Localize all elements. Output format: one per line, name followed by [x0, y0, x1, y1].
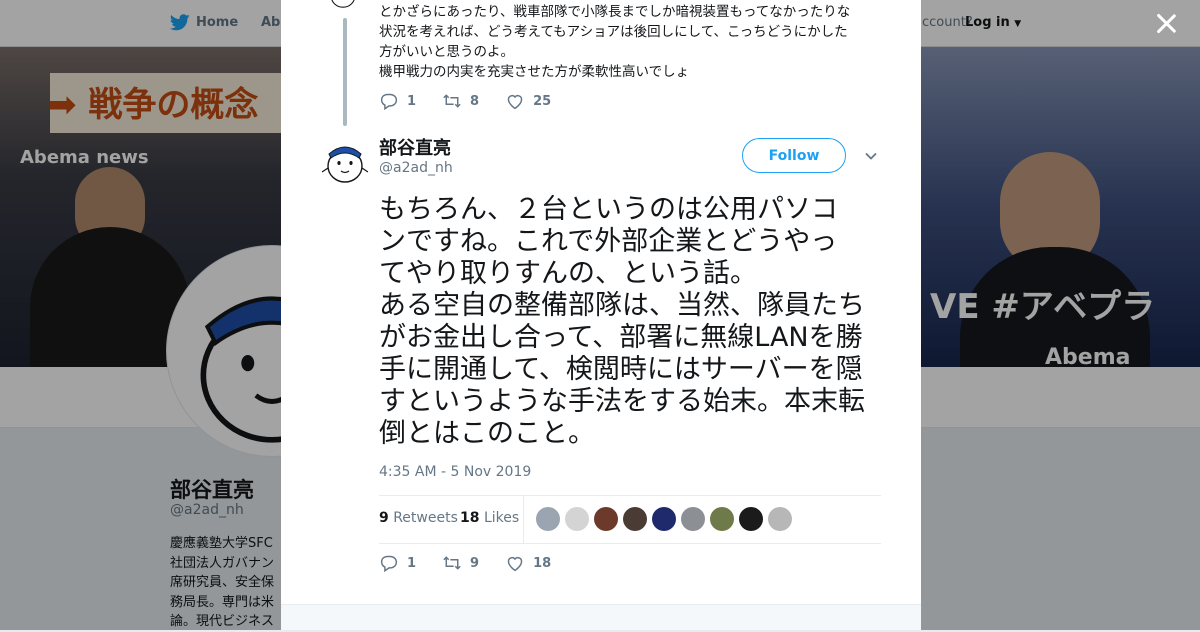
- tweet-text-line: てやり取りすんの、という話。: [379, 258, 757, 289]
- like-button[interactable]: 18: [505, 554, 551, 572]
- retweets-stat-label: Retweets: [393, 510, 458, 526]
- previous-tweet-line: とかざらにあったり、戦車部隊で小隊長までしか暗視装置もってなかったりな: [379, 4, 851, 20]
- liker-avatar[interactable]: [652, 507, 676, 531]
- modal-footer: [281, 604, 921, 630]
- reply-count: 1: [407, 93, 417, 109]
- mascot-avatar-graphic: [321, 146, 369, 183]
- tweet-stats: 9 Retweets 18 Likes: [379, 495, 881, 544]
- tweet-permalink-modal: とかざらにあったり、戦車部隊で小隊長までしか暗視装置もってなかったりな 状況を考…: [281, 0, 921, 630]
- author-handle[interactable]: @a2ad_nh: [379, 160, 453, 176]
- retweet-icon: [443, 94, 461, 108]
- likes-stat[interactable]: 18 Likes: [460, 510, 519, 526]
- tweet-actions: 1 9 18: [379, 554, 577, 572]
- like-count: 18: [533, 555, 552, 571]
- previous-tweet-text: とかざらにあったり、戦車部隊で小隊長までしか暗視装置もってなかったりな 状況を考…: [379, 2, 879, 82]
- reply-button[interactable]: 1: [379, 554, 416, 572]
- retweets-stat-count: 9: [379, 510, 389, 526]
- tweet-text-line: 手に開通して、検閲時にはサーバーを隠: [379, 354, 863, 385]
- like-button[interactable]: 25: [505, 92, 551, 110]
- mascot-avatar-graphic: [331, 0, 355, 8]
- retweet-button[interactable]: 9: [442, 554, 479, 572]
- chevron-down-icon[interactable]: [863, 148, 879, 164]
- previous-tweet-line: 機甲戦力の内実を充実させた方が柔軟性高いでしょ: [379, 64, 690, 80]
- liker-avatar[interactable]: [623, 507, 647, 531]
- reply-count: 1: [407, 555, 417, 571]
- liker-avatar[interactable]: [536, 507, 560, 531]
- tweet-text-line: もちろん、２台というのは公用パソコ: [379, 194, 838, 225]
- previous-tweet-actions: 1 8 25: [379, 92, 577, 110]
- likes-stat-count: 18: [460, 510, 480, 526]
- reply-icon: [380, 555, 398, 572]
- retweet-button[interactable]: 8: [442, 92, 479, 110]
- previous-tweet-line: 方がいいと思うのよ。: [379, 44, 514, 60]
- like-icon: [507, 556, 523, 572]
- author-name[interactable]: 部谷直亮: [379, 134, 451, 160]
- liker-avatar[interactable]: [739, 507, 763, 531]
- liker-avatar[interactable]: [594, 507, 618, 531]
- tweet-timestamp[interactable]: 4:35 AM - 5 Nov 2019: [379, 464, 531, 480]
- stats-divider: [523, 496, 524, 543]
- tweet-text-line: ある空自の整備部隊は、当然、隊員たち: [379, 290, 865, 321]
- retweets-stat[interactable]: 9 Retweets: [379, 510, 458, 526]
- reply-button[interactable]: 1: [379, 92, 416, 110]
- likers-avatar-row: [536, 507, 792, 531]
- close-icon[interactable]: [1152, 10, 1180, 38]
- author-avatar[interactable]: [319, 134, 371, 186]
- thread-connector-line: [343, 18, 347, 126]
- liker-avatar[interactable]: [768, 507, 792, 531]
- reply-icon: [380, 93, 398, 110]
- retweet-count: 8: [470, 93, 480, 109]
- tweet-text-line: すというような手法をする始末。本末転: [379, 386, 865, 417]
- follow-button[interactable]: Follow: [742, 138, 846, 173]
- like-icon: [507, 94, 523, 110]
- previous-tweet-line: 状況を考えれば、どう考えてもアショアは後回しにして、こっちどうにかした: [379, 24, 848, 40]
- tweet-text-line: がお金出し合って、部署に無線LANを勝: [379, 322, 863, 353]
- tweet-text-line: ンですね。これで外部企業とどうやっ: [379, 226, 838, 257]
- previous-tweet-avatar[interactable]: [325, 0, 361, 10]
- retweet-icon: [443, 556, 461, 570]
- like-count: 25: [533, 93, 552, 109]
- tweet-text-line: 倒とはこのこと。: [379, 418, 595, 449]
- liker-avatar[interactable]: [681, 507, 705, 531]
- liker-avatar[interactable]: [565, 507, 589, 531]
- retweet-count: 9: [470, 555, 480, 571]
- likes-stat-label: Likes: [483, 510, 520, 526]
- liker-avatar[interactable]: [710, 507, 734, 531]
- tweet-text: もちろん、２台というのは公用パソコ ンですね。これで外部企業とどうやっ てやり取…: [379, 194, 899, 450]
